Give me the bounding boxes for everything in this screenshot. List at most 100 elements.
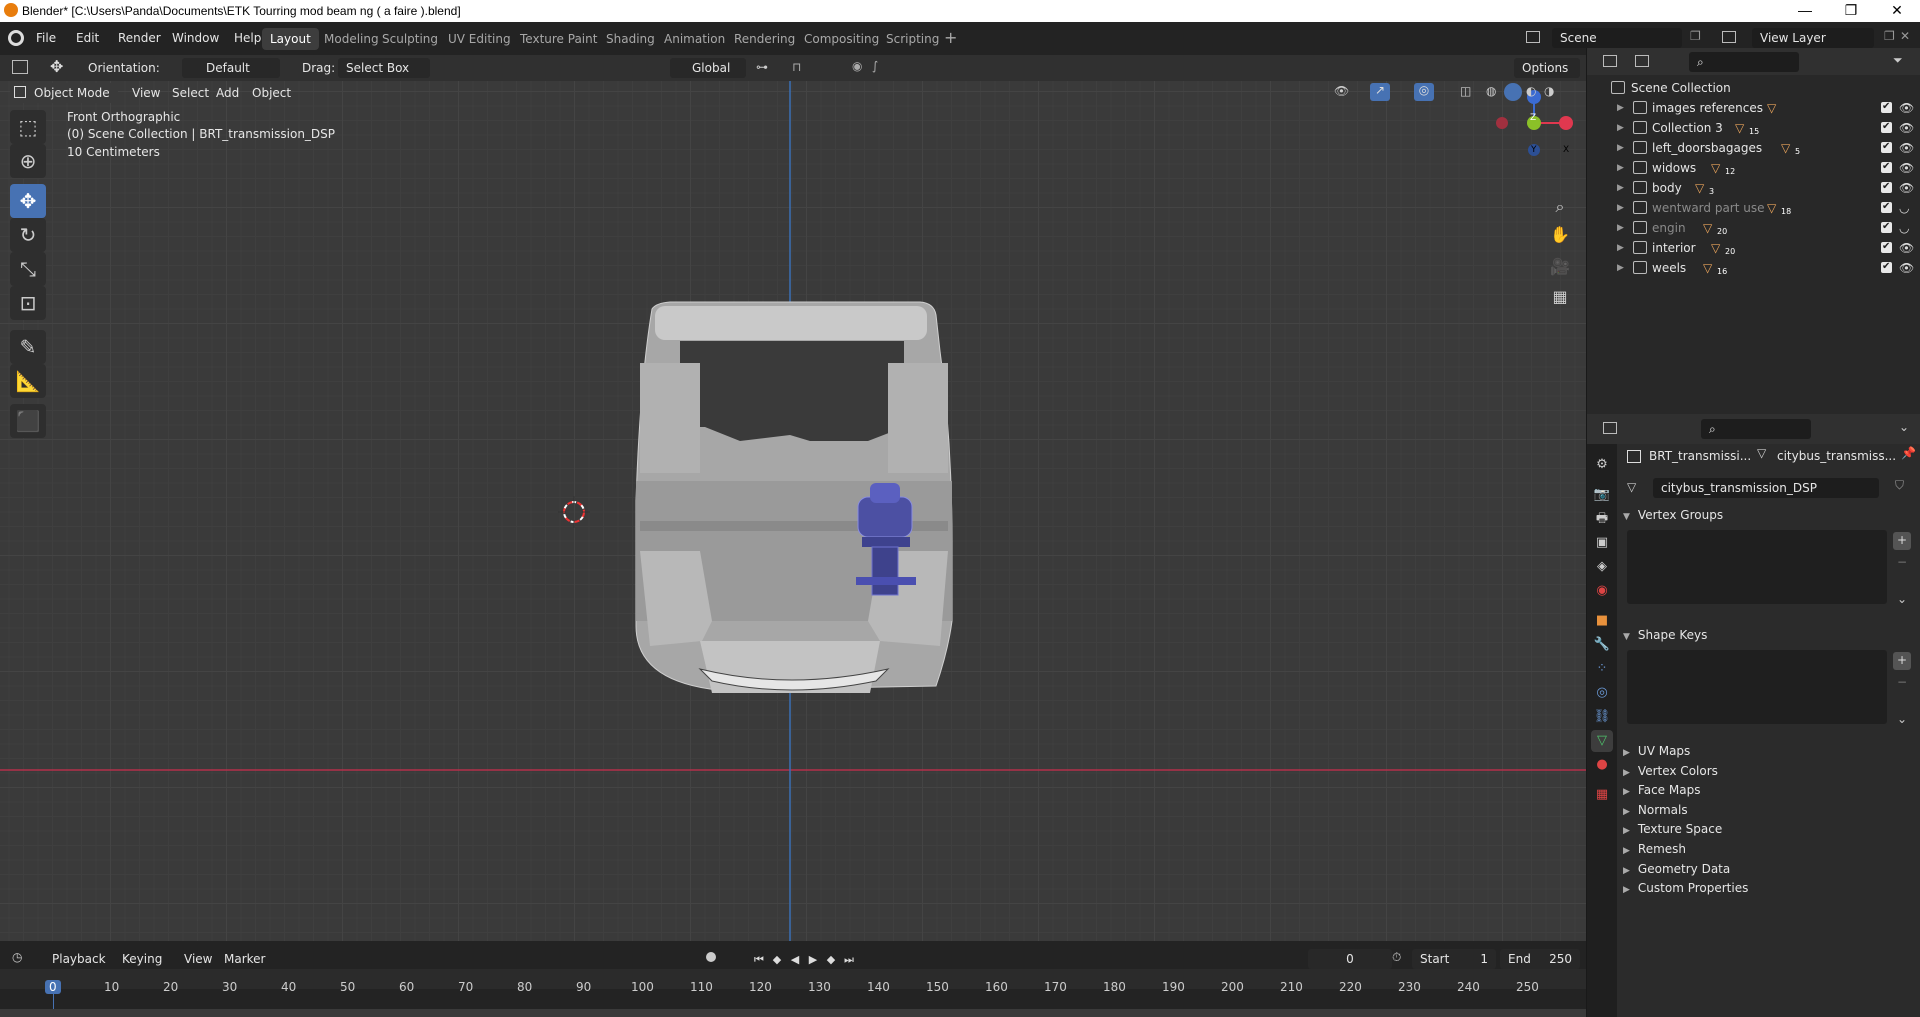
tab-texture-paint[interactable]: Texture Paint xyxy=(512,28,605,50)
panel-vertex-groups[interactable]: ▼ Vertex Groups xyxy=(1623,504,1913,526)
outliner-row[interactable]: ▶interior▽20👁 xyxy=(1587,237,1920,258)
jump-keyframe-forward-icon[interactable]: ◆ xyxy=(822,951,840,969)
pin-icon[interactable]: 📌 xyxy=(1901,446,1916,460)
exclude-checkbox[interactable] xyxy=(1881,217,1892,237)
stopwatch-icon[interactable]: ⏱ xyxy=(1392,950,1401,965)
physics-tab-icon[interactable]: ◎ xyxy=(1591,682,1613,704)
proportional-edit-icon[interactable]: ◉ xyxy=(852,59,862,73)
transform-orientation-dropdown[interactable]: Global xyxy=(670,58,746,78)
editor-type-icon[interactable] xyxy=(12,60,28,74)
blender-menu-icon[interactable] xyxy=(8,30,24,46)
xray-icon[interactable]: ◫ xyxy=(1460,84,1471,98)
jump-keyframe-back-icon[interactable]: ◆ xyxy=(768,951,786,969)
viewport-menu-object[interactable]: Object xyxy=(252,83,291,103)
measure-tool-icon[interactable]: 📐 xyxy=(10,364,46,398)
minimize-button[interactable]: — xyxy=(1782,0,1828,22)
panel-custom-properties[interactable]: ▶ Custom Properties xyxy=(1623,877,1913,899)
output-tab-icon[interactable]: 🖶 xyxy=(1591,508,1613,530)
gizmo-x-label[interactable]: X xyxy=(1563,145,1569,155)
expand-arrow-icon[interactable]: ▶ xyxy=(1617,178,1624,198)
exclude-checkbox[interactable] xyxy=(1881,197,1892,217)
eye-icon[interactable]: 👁 xyxy=(1899,178,1914,198)
expand-arrow-icon[interactable]: ▶ xyxy=(1617,218,1624,238)
annotate-tool-icon[interactable]: ✎ xyxy=(10,330,46,364)
ortho-grid-icon[interactable]: ▦ xyxy=(1546,283,1574,311)
expand-arrow-icon[interactable]: ▶ xyxy=(1617,238,1624,258)
outliner-row[interactable]: ▶wentward part use▽18◡ xyxy=(1587,197,1920,218)
snap-icon[interactable]: ⊓ xyxy=(792,60,801,74)
hidden-eye-icon[interactable]: ◡ xyxy=(1899,218,1909,238)
timeline-menu-keying[interactable]: Keying xyxy=(122,949,162,969)
drag-dropdown[interactable]: Select Box xyxy=(338,58,430,78)
new-view-layer-icon[interactable]: ❐ xyxy=(1884,29,1895,43)
new-scene-icon[interactable]: ❐ xyxy=(1690,29,1701,43)
mesh-browse-icon[interactable]: ▽ xyxy=(1627,480,1636,494)
outliner-row[interactable]: ▶ images references ▽ 👁 xyxy=(1587,97,1920,118)
record-icon[interactable] xyxy=(706,952,716,962)
viewport-menu-view[interactable]: View xyxy=(132,83,160,103)
outliner-row[interactable]: ▶ weels ▽ 16 👁 xyxy=(1587,257,1920,278)
tab-sculpting[interactable]: Sculpting xyxy=(374,28,446,50)
add-cube-tool-icon[interactable]: ⬛ xyxy=(10,404,46,438)
zoom-icon[interactable]: ⌕ xyxy=(1546,193,1574,221)
fake-user-icon[interactable]: ⛉ xyxy=(1895,478,1904,493)
jump-start-icon[interactable]: ⏮ xyxy=(750,951,768,969)
data-tab-icon[interactable]: ▽ xyxy=(1591,730,1613,752)
jump-end-icon[interactable]: ⏭ xyxy=(840,951,858,969)
visibility-icon[interactable]: 👁 xyxy=(1334,84,1349,98)
render-tab-icon[interactable]: 📷 xyxy=(1591,484,1613,506)
gizmo-toggle-icon[interactable]: ↗ xyxy=(1370,83,1390,101)
exclude-checkbox[interactable] xyxy=(1881,97,1892,117)
remove-vertex-group-button[interactable]: − xyxy=(1893,554,1911,572)
move-tool-icon[interactable]: ✥ xyxy=(10,184,46,218)
exclude-checkbox[interactable] xyxy=(1881,157,1892,177)
add-workspace-icon[interactable]: + xyxy=(944,28,957,47)
falloff-icon[interactable]: ∫ xyxy=(872,59,878,73)
eye-icon[interactable]: 👁 xyxy=(1899,118,1914,138)
vertex-groups-list[interactable] xyxy=(1627,530,1887,604)
eye-icon[interactable]: 👁 xyxy=(1899,138,1914,158)
shape-keys-menu-icon[interactable]: ⌄ xyxy=(1897,712,1907,726)
material-tab-icon[interactable]: ● xyxy=(1591,754,1613,776)
add-vertex-group-button[interactable]: + xyxy=(1893,532,1911,550)
expand-arrow-icon[interactable]: ▶ xyxy=(1617,158,1624,178)
material-shading-icon[interactable]: ◐ xyxy=(1526,84,1536,98)
mode-dropdown[interactable]: Object Mode xyxy=(10,83,118,103)
mesh-data-field[interactable]: citybus_transmission_DSP xyxy=(1653,478,1879,498)
tool-tab-icon[interactable]: ⚙ xyxy=(1591,454,1613,476)
timeline-menu-view[interactable]: View xyxy=(184,949,212,969)
properties-editor-type-icon[interactable] xyxy=(1603,422,1617,434)
outliner-row[interactable]: ▶widows▽12👁 xyxy=(1587,157,1920,178)
properties-options-icon[interactable]: ⌄ xyxy=(1899,420,1909,434)
exclude-checkbox[interactable] xyxy=(1881,117,1892,137)
outliner-row[interactable]: ▶left_doorsbagages▽5👁 xyxy=(1587,137,1920,158)
shape-keys-list[interactable] xyxy=(1627,650,1887,724)
view-layer-tab-icon[interactable]: ▣ xyxy=(1591,532,1613,554)
tab-scripting[interactable]: Scripting xyxy=(878,28,947,50)
properties-search-input[interactable]: ⌕ xyxy=(1701,419,1811,439)
eye-icon[interactable]: 👁 xyxy=(1899,158,1914,178)
options-dropdown[interactable]: Options xyxy=(1514,58,1580,78)
timeline-menu-marker[interactable]: Marker xyxy=(224,949,265,969)
eye-icon[interactable]: 👁 xyxy=(1899,238,1914,258)
menu-edit[interactable]: Edit xyxy=(70,28,105,48)
tab-compositing[interactable]: Compositing xyxy=(796,28,887,50)
viewport-menu-add[interactable]: Add xyxy=(216,83,239,103)
camera-view-icon[interactable]: 🎥 xyxy=(1546,253,1574,281)
start-frame-field[interactable]: Start 1 xyxy=(1412,949,1496,969)
gizmo-z-label[interactable]: Z xyxy=(1530,113,1536,123)
eye-icon[interactable]: 👁 xyxy=(1899,258,1914,278)
maximize-button[interactable]: ❐ xyxy=(1828,0,1874,22)
solid-shading-icon[interactable] xyxy=(1504,83,1522,101)
menu-render[interactable]: Render xyxy=(112,28,167,48)
view-layer-field[interactable]: View Layer xyxy=(1752,28,1874,48)
end-frame-field[interactable]: End 250 xyxy=(1500,949,1580,969)
outliner-root-row[interactable]: Scene Collection xyxy=(1587,78,1920,98)
particles-tab-icon[interactable]: ⁘ xyxy=(1591,658,1613,680)
exclude-checkbox[interactable] xyxy=(1881,177,1892,197)
timeline-menu-playback[interactable]: Playback xyxy=(52,949,106,969)
hidden-eye-icon[interactable]: ◡ xyxy=(1899,198,1909,218)
exclude-checkbox[interactable] xyxy=(1881,237,1892,257)
tab-layout[interactable]: Layout xyxy=(262,28,319,50)
play-icon[interactable]: ▶ xyxy=(804,951,822,969)
